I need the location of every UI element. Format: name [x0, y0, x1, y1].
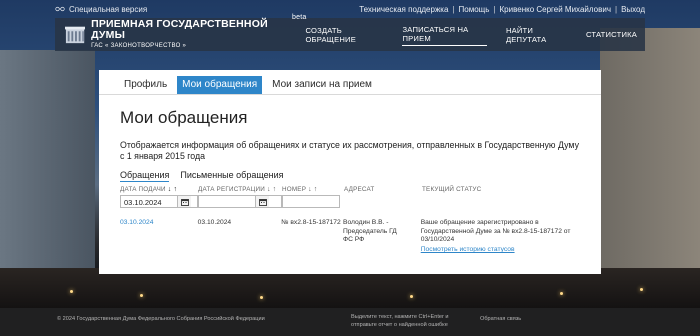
sort-up-icon[interactable]: ↑: [314, 186, 318, 193]
building-right: [600, 28, 700, 308]
street-light: [140, 294, 143, 297]
sort-up-icon[interactable]: ↑: [273, 186, 277, 193]
nav-find-deputy[interactable]: НАЙТИ ДЕПУТАТА: [506, 24, 567, 46]
user-name-link[interactable]: Кривенко Сергей Михайлович: [500, 5, 611, 14]
main-nav: СОЗДАТЬ ОБРАЩЕНИЕ ЗАПИСАТЬСЯ НА ПРИЕМ НА…: [286, 23, 637, 46]
street-light: [70, 290, 73, 293]
sort-down-icon[interactable]: ↓: [267, 186, 271, 193]
appeals-table: ДАТА ПОДАЧИ ↓ ↑ ДАТА РЕГИСТРАЦИИ ↓ ↑ НОМ…: [120, 186, 580, 255]
header-addressee: АДРЕСАТ: [344, 186, 422, 193]
footer-error-hint: Выделите текст, нажмите Ctrl+Enter и отп…: [351, 314, 449, 329]
street-light: [410, 295, 413, 298]
page-description: Отображается информация об обращениях и …: [120, 140, 579, 161]
special-version-label: Специальная версия: [69, 4, 148, 14]
logo-title: ПРИЕМНАЯ ГОСУДАРСТВЕННОЙ ДУМЫ: [91, 18, 268, 42]
header-status: ТЕКУЩИЙ СТАТУС: [422, 186, 572, 193]
calendar-icon[interactable]: [177, 196, 191, 207]
footer-copyright: © 2024 Государственная Дума Федерального…: [57, 316, 265, 322]
logout-link[interactable]: Выход: [621, 5, 645, 14]
header-submit-date[interactable]: ДАТА ПОДАЧИ ↓ ↑: [120, 186, 198, 193]
submit-date-filter-value[interactable]: 03.10.2024: [121, 196, 177, 207]
main-card: Профиль Мои обращения Мои записи на прие…: [99, 70, 601, 274]
profile-tabs: Профиль Мои обращения Мои записи на прие…: [99, 70, 601, 95]
sort-down-icon[interactable]: ↓: [168, 186, 172, 193]
header-reg-date-label: ДАТА РЕГИСТРАЦИИ: [198, 186, 265, 193]
sort-down-icon[interactable]: ↓: [308, 186, 312, 193]
footer-hint-line1: Выделите текст, нажмите Ctrl+Enter и: [351, 314, 449, 320]
row-submit-date-link[interactable]: 03.10.2024: [120, 219, 153, 226]
number-filter-input[interactable]: [282, 195, 340, 208]
tab-my-appointments[interactable]: Мои записи на прием: [267, 76, 377, 94]
tab-my-appeals[interactable]: Мои обращения: [177, 76, 263, 94]
help-link[interactable]: Помощь: [459, 5, 490, 14]
special-version-link[interactable]: Специальная версия: [55, 5, 147, 14]
separator: |: [493, 4, 496, 14]
separator: |: [452, 4, 455, 14]
reg-date-filter[interactable]: [198, 195, 282, 208]
row-number: № вх2.8-15-187172: [281, 219, 341, 226]
beta-badge: beta: [292, 14, 307, 22]
row-addressee: Володин В.В. - Председатель ГД ФС РФ: [343, 219, 397, 244]
nav-book-appointment[interactable]: ЗАПИСАТЬСЯ НА ПРИЕМ: [402, 23, 487, 46]
nav-statistics[interactable]: СТАТИСТИКА: [586, 28, 637, 41]
page-title: Мои обращения: [120, 108, 248, 127]
footer-feedback-link[interactable]: Обратная связь: [480, 316, 521, 322]
row-status: Ваше обращение зарегистрировано в Госуда…: [420, 219, 571, 244]
footer-hint-line2: отправьте отчет о найденной ошибке: [351, 321, 448, 328]
header-number[interactable]: НОМЕР ↓ ↑: [282, 186, 344, 193]
header-status-label: ТЕКУЩИЙ СТАТУС: [422, 186, 482, 193]
logo-subtitle: ГАС « ЗАКОНОТВОРЧЕСТВО »: [91, 43, 187, 50]
reg-date-filter-value[interactable]: [199, 196, 255, 207]
street-light: [560, 292, 563, 295]
site-footer: © 2024 Государственная Дума Федерального…: [0, 308, 700, 336]
top-utility-bar: Специальная версия Техническая поддержка…: [55, 0, 645, 18]
row-reg-date: 03.10.2024: [197, 219, 232, 226]
sort-up-icon[interactable]: ↑: [173, 186, 177, 193]
street-light: [640, 288, 643, 291]
site-logo[interactable]: ПРИЕМНАЯ ГОСУДАРСТВЕННОЙ ДУМЫ beta ГАС «…: [65, 14, 306, 50]
nav-create-appeal[interactable]: СОЗДАТЬ ОБРАЩЕНИЕ: [305, 24, 383, 46]
filter-row: 03.10.2024: [120, 195, 580, 208]
header-reg-date[interactable]: ДАТА РЕГИСТРАЦИИ ↓ ↑: [198, 186, 282, 193]
glasses-icon: [55, 6, 65, 12]
appeal-subtabs: Обращения Письменные обращения: [120, 170, 601, 182]
calendar-icon[interactable]: [255, 196, 269, 207]
subtab-appeals[interactable]: Обращения: [120, 170, 170, 182]
subtab-written-appeals[interactable]: Письменные обращения: [180, 170, 283, 182]
duma-building-icon: [65, 27, 86, 44]
header-number-label: НОМЕР: [282, 186, 307, 193]
table-header: ДАТА ПОДАЧИ ↓ ↑ ДАТА РЕГИСТРАЦИИ ↓ ↑ НОМ…: [120, 186, 580, 193]
user-links: Техническая поддержка | Помощь | Кривенк…: [359, 5, 645, 14]
table-row: 03.10.2024 03.10.2024 № вх2.8-15-187172 …: [120, 219, 580, 255]
header-addressee-label: АДРЕСАТ: [344, 186, 375, 193]
street-light: [260, 296, 263, 299]
header-submit-date-label: ДАТА ПОДАЧИ: [120, 186, 166, 193]
support-link[interactable]: Техническая поддержка: [359, 5, 448, 14]
street: [0, 268, 700, 308]
tab-profile[interactable]: Профиль: [119, 76, 172, 94]
submit-date-filter[interactable]: 03.10.2024: [120, 195, 198, 208]
site-header: ПРИЕМНАЯ ГОСУДАРСТВЕННОЙ ДУМЫ beta ГАС «…: [55, 14, 645, 51]
status-history-link[interactable]: Посмотреть историю статусов: [421, 246, 580, 255]
separator: |: [614, 4, 618, 14]
